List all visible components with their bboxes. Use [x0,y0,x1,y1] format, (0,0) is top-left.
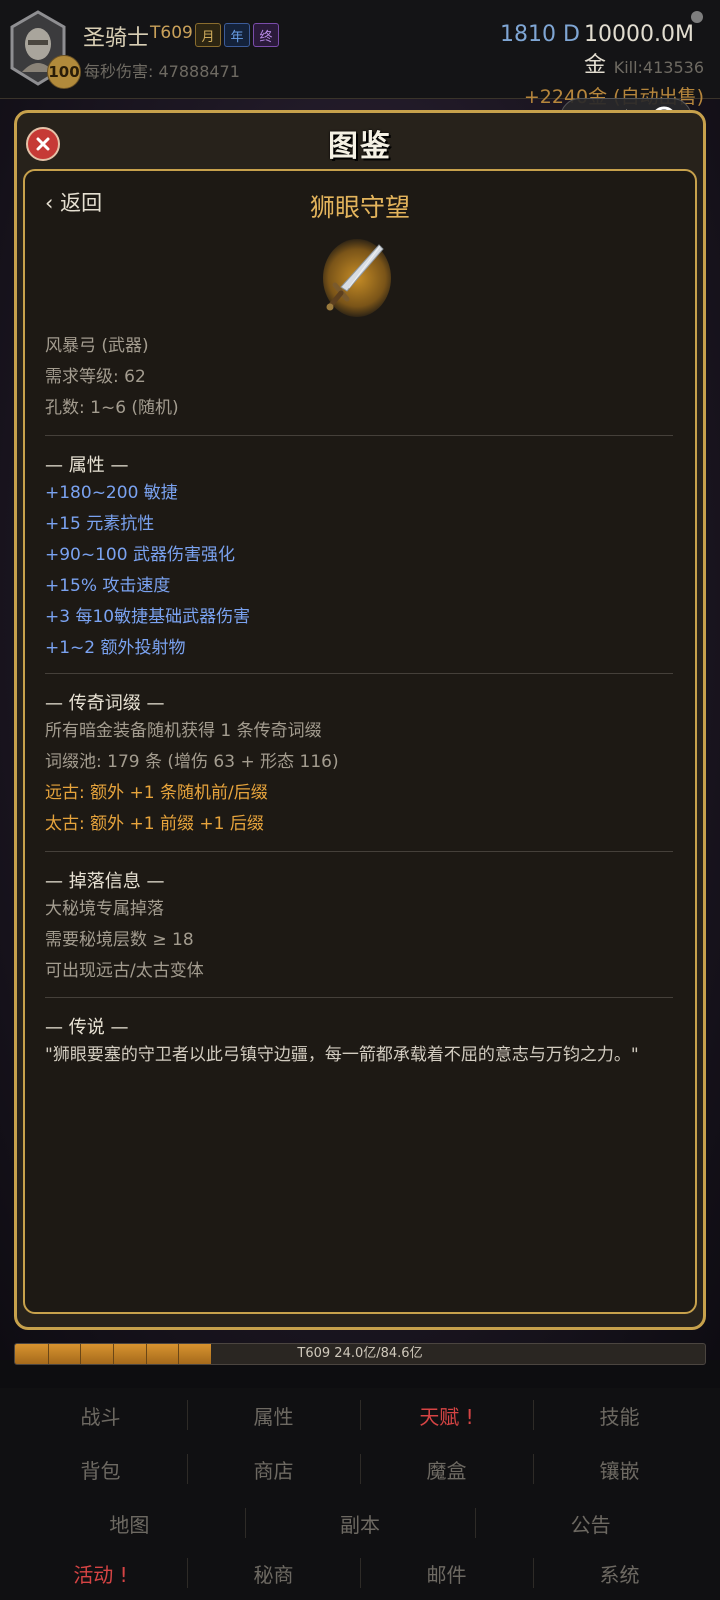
lifetime-card-badge: 终 [253,23,279,47]
nav-announcements[interactable]: 公告 [475,1496,706,1550]
item-type: 风暴弓 (武器) [45,336,149,356]
attribute-line: +1~2 额外投射物 [45,638,186,658]
item-icon-frame [323,239,391,317]
player-name: 圣骑士 [83,26,150,51]
status-dot [691,11,703,23]
nav-backpack[interactable]: 背包 [14,1442,187,1496]
close-icon [36,137,50,151]
nav-socketing[interactable]: 镶嵌 [533,1442,706,1496]
nav-row-3: 地图 副本 公告 [14,1496,706,1550]
nav-attributes[interactable]: 属性 [187,1388,360,1442]
lore-heading: — 传说 — [45,1017,129,1038]
drop-info-line: 可出现远古/太古变体 [45,961,204,981]
dps-readout: 每秒伤害: 47888471 [84,62,240,81]
nav-secret-merchant[interactable]: 秘商 [187,1546,360,1600]
drop-info-line: 大秘境专属掉落 [45,899,164,919]
attribute-line: +15 元素抗性 [45,514,155,534]
nav-row-2: 背包 商店 魔盒 镶嵌 [14,1442,706,1496]
yearly-card-badge: 年 [224,23,250,47]
affix-pool-line: 词缀池: 179 条 (增伤 63 + 形态 116) [45,752,339,772]
attributes-heading: — 属性 — [45,455,129,476]
drop-info-line: 需要秘境层数 ≥ 18 [45,930,194,950]
sword-icon [326,244,384,311]
player-header: 100 圣骑士 T609 月 年 终 每秒伤害: 47888471 1810 D… [0,0,720,108]
modal-close-button[interactable] [26,127,60,161]
modal-title: 图鉴 [328,129,392,164]
drop-info-list: 大秘境专属掉落 需要秘境层数 ≥ 18 可出现远古/太古变体 [45,894,204,987]
required-level: 需求等级: 62 [45,367,146,387]
primal-affix-line: 太古: 额外 +1 前缀 +1 后缀 [45,814,264,834]
monthly-card-badge: 月 [195,23,221,47]
item-name: 狮眼守望 [309,193,410,222]
legendary-affix-heading: — 传奇词缀 — [45,693,165,714]
section-divider [45,851,673,852]
diamond-count: 1810 D [500,22,580,47]
nav-events[interactable]: 活动 ! [14,1546,187,1600]
tier-progress-label: T609 24.0亿/84.6亿 [297,1346,423,1361]
attribute-line: +15% 攻击速度 [45,576,171,596]
nav-magic-box[interactable]: 魔盒 [360,1442,533,1496]
attributes-list: +180~200 敏捷 +15 元素抗性 +90~100 武器伤害强化 +15%… [45,478,250,664]
nav-map[interactable]: 地图 [14,1496,245,1550]
drop-info-heading: — 掉落信息 — [45,871,165,892]
nav-shop[interactable]: 商店 [187,1442,360,1496]
attribute-line: +90~100 武器伤害强化 [45,545,235,565]
section-divider [45,997,673,998]
nav-row-1: 战斗 属性 天赋 ! 技能 [14,1388,706,1442]
legendary-affix-list: 所有暗金装备随机获得 1 条传奇词缀 词缀池: 179 条 (增伤 63 + 形… [45,716,339,840]
nav-dungeon[interactable]: 副本 [244,1496,476,1550]
attribute-line: +180~200 敏捷 [45,483,178,503]
tier-progress-bar: T609 24.0亿/84.6亿 [14,1343,706,1365]
kill-count: Kill:413536 [613,58,704,77]
item-detail-panel: 狮眼守望 ‹ 返回 风暴弓 (武器) 需求等级: 62 孔数: 1~6 (随机)… [23,169,697,1314]
attribute-line: +3 每10敏捷基础武器伤害 [45,607,251,627]
section-divider [45,673,673,674]
nav-battle[interactable]: 战斗 [14,1388,187,1442]
lore-section: "狮眼要塞的守卫者以此弓镇守边疆，每一箭都承载着不屈的意志与万钧之力。" [45,1040,639,1071]
lore-text: "狮眼要塞的守卫者以此弓镇守边疆，每一箭都承载着不屈的意志与万钧之力。" [45,1045,639,1065]
ancient-affix-line: 远古: 额外 +1 条随机前/后缀 [45,783,268,803]
bottom-navigation: 战斗 属性 天赋 ! 技能 背包 商店 魔盒 镶嵌 地图 副本 公告 活动 ! … [0,1388,720,1600]
nav-system[interactable]: 系统 [533,1546,706,1600]
tier-label: T609 [150,23,193,43]
nav-mail[interactable]: 邮件 [360,1546,533,1600]
affix-line: 所有暗金装备随机获得 1 条传奇词缀 [45,721,322,741]
socket-count: 孔数: 1~6 (随机) [45,398,179,418]
nav-talents[interactable]: 天赋 ! [360,1388,533,1442]
nav-skills[interactable]: 技能 [533,1388,706,1442]
section-divider [45,435,673,436]
level-badge: 100 [47,55,81,89]
codex-modal: 图鉴 狮眼守望 ‹ 返回 风暴弓 (武器) 需求等级: 62 孔数: 1~6 (… [14,110,706,1330]
item-basic-info: 风暴弓 (武器) 需求等级: 62 孔数: 1~6 (随机) [45,331,179,424]
back-button[interactable]: ‹ 返回 [45,187,102,217]
nav-row-4: 活动 ! 秘商 邮件 系统 [14,1546,706,1600]
